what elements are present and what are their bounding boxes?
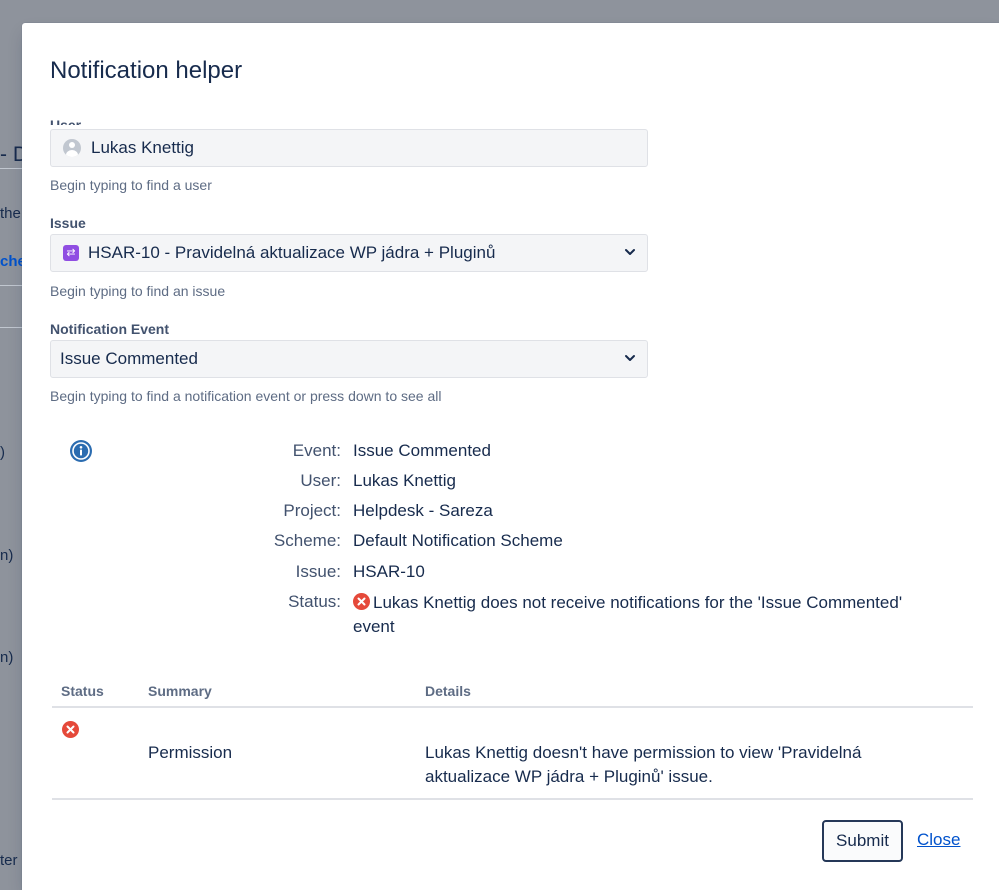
background-text-fragment: the <box>0 205 21 222</box>
issue-field-label: Issue <box>50 215 86 231</box>
user-field-label: User <box>50 117 82 125</box>
detail-scheme-label: Scheme: <box>273 531 341 550</box>
table-header-status: Status <box>61 683 104 699</box>
dialog-title: Notification helper <box>50 57 243 84</box>
submit-button[interactable]: Submit <box>822 820 903 862</box>
table-header-summary: Summary <box>148 683 212 699</box>
detail-user-label: User: <box>300 471 341 490</box>
table-cell-summary: Permission <box>148 743 233 762</box>
info-icon <box>70 440 92 462</box>
detail-event-value: Issue Commented <box>353 441 491 460</box>
detail-status-label: Status: <box>288 592 341 611</box>
event-select-value: Issue Commented <box>60 349 198 368</box>
detail-scheme-link[interactable]: Default Notification Scheme <box>353 531 563 551</box>
close-link[interactable]: Close <box>917 830 960 850</box>
detail-event-label: Event: <box>292 441 341 460</box>
event-field-label: Notification Event <box>50 321 170 337</box>
user-picker-input[interactable]: Lukas Knettig <box>50 129 648 167</box>
background-divider <box>0 327 22 328</box>
table-header-divider <box>52 706 973 708</box>
detail-status-value: Lukas Knettig does not receive notificat… <box>353 591 943 639</box>
background-divider <box>0 168 22 169</box>
table-row-divider <box>52 798 973 800</box>
background-text-fragment: n) <box>0 649 14 666</box>
user-field-help: Begin typing to find a user <box>50 177 212 193</box>
notification-helper-dialog: Notification helper User Lukas Knettig B… <box>22 23 999 890</box>
detail-project-label: Project: <box>283 501 341 520</box>
background-text-fragment: ter <box>0 852 18 869</box>
issue-picker-value: HSAR-10 - Pravidelná aktualizace WP jádr… <box>88 243 496 262</box>
table-cell-details: Lukas Knettig doesn't have permission to… <box>425 743 862 786</box>
detail-issue-link[interactable]: HSAR-10 <box>353 562 425 582</box>
issue-field-help: Begin typing to find an issue <box>50 283 226 299</box>
error-icon <box>62 721 79 738</box>
error-icon <box>353 593 370 610</box>
background-text-fragment: ) <box>0 444 5 461</box>
background-link-fragment: che <box>0 253 22 270</box>
issue-picker-select[interactable]: ⇄ HSAR-10 - Pravidelná aktualizace WP já… <box>50 234 648 272</box>
table-header-details: Details <box>425 683 471 699</box>
detail-project-link[interactable]: Helpdesk - Sareza <box>353 501 493 521</box>
background-text-fragment: - D <box>0 143 22 166</box>
detail-issue-label: Issue: <box>295 562 341 581</box>
event-field-help: Begin typing to find a notification even… <box>50 388 442 404</box>
user-avatar-icon <box>63 139 81 157</box>
issue-type-icon: ⇄ <box>63 245 79 261</box>
detail-user-link[interactable]: Lukas Knettig <box>353 471 456 491</box>
detail-status-text: Lukas Knettig does not receive notificat… <box>353 593 903 636</box>
background-text-fragment: n) <box>0 547 14 564</box>
background-divider <box>0 285 22 286</box>
chevron-down-icon[interactable] <box>623 351 637 365</box>
chevron-down-icon[interactable] <box>623 245 637 259</box>
user-picker-value: Lukas Knettig <box>91 138 195 157</box>
event-select[interactable]: Issue Commented <box>50 340 648 378</box>
